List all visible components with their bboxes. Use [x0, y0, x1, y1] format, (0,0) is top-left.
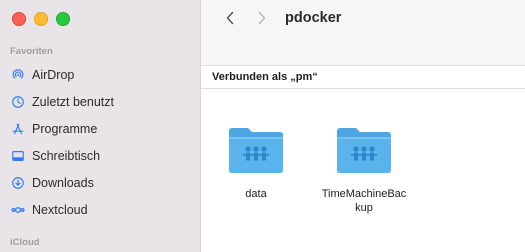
file-name: TimeMachineBac kup	[314, 187, 414, 215]
file-name-line-1: TimeMachineBac	[321, 188, 407, 200]
sidebar-item-label: Programme	[32, 122, 98, 136]
shared-folder-icon	[334, 125, 394, 175]
back-button[interactable]	[220, 8, 240, 28]
clock-icon	[10, 94, 26, 110]
desktop-icon	[10, 148, 26, 164]
forward-button[interactable]	[252, 8, 272, 28]
zoom-window-button[interactable]	[56, 12, 70, 26]
sidebar-item-desktop[interactable]: Schreibtisch	[10, 145, 100, 167]
sidebar-item-airdrop[interactable]: AirDrop	[10, 64, 74, 86]
sidebar-item-applications[interactable]: Programme	[10, 118, 97, 140]
file-browser: data TimeMachineBac kup	[201, 89, 525, 252]
folder-item-data[interactable]: data	[206, 125, 306, 201]
toolbar: pdocker	[201, 0, 525, 66]
sidebar-item-downloads[interactable]: Downloads	[10, 172, 94, 194]
sidebar-item-label: Nextcloud	[32, 203, 88, 217]
sidebar-item-label: Downloads	[32, 176, 94, 190]
icloud-section-title: iCloud	[10, 237, 40, 248]
applications-icon	[10, 121, 26, 137]
sidebar-item-label: Schreibtisch	[32, 149, 101, 163]
folder-item-timemachinebackup[interactable]: TimeMachineBac kup	[314, 125, 414, 215]
chevron-right-icon	[257, 11, 267, 25]
minimize-window-button[interactable]	[34, 12, 48, 26]
sidebar-item-label: Zuletzt benutzt	[32, 95, 114, 109]
file-name: data	[245, 188, 267, 200]
sidebar: Favoriten AirDrop Zuletzt benutzt Progra…	[0, 0, 201, 252]
sidebar-item-nextcloud[interactable]: Nextcloud	[10, 199, 88, 221]
favorites-section-title: Favoriten	[10, 46, 53, 57]
window-controls	[12, 12, 70, 26]
connection-bar: Verbunden als „pm“	[201, 66, 525, 89]
nextcloud-icon	[10, 202, 26, 218]
connection-status: Verbunden als „pm“	[212, 71, 318, 83]
sidebar-item-recents[interactable]: Zuletzt benutzt	[10, 91, 114, 113]
chevron-left-icon	[225, 11, 235, 25]
file-name-line-2: kup	[355, 202, 373, 214]
close-window-button[interactable]	[12, 12, 26, 26]
download-icon	[10, 175, 26, 191]
sidebar-item-label: AirDrop	[32, 68, 75, 82]
airdrop-icon	[10, 67, 26, 83]
window-title: pdocker	[285, 10, 342, 26]
shared-folder-icon	[226, 125, 286, 175]
